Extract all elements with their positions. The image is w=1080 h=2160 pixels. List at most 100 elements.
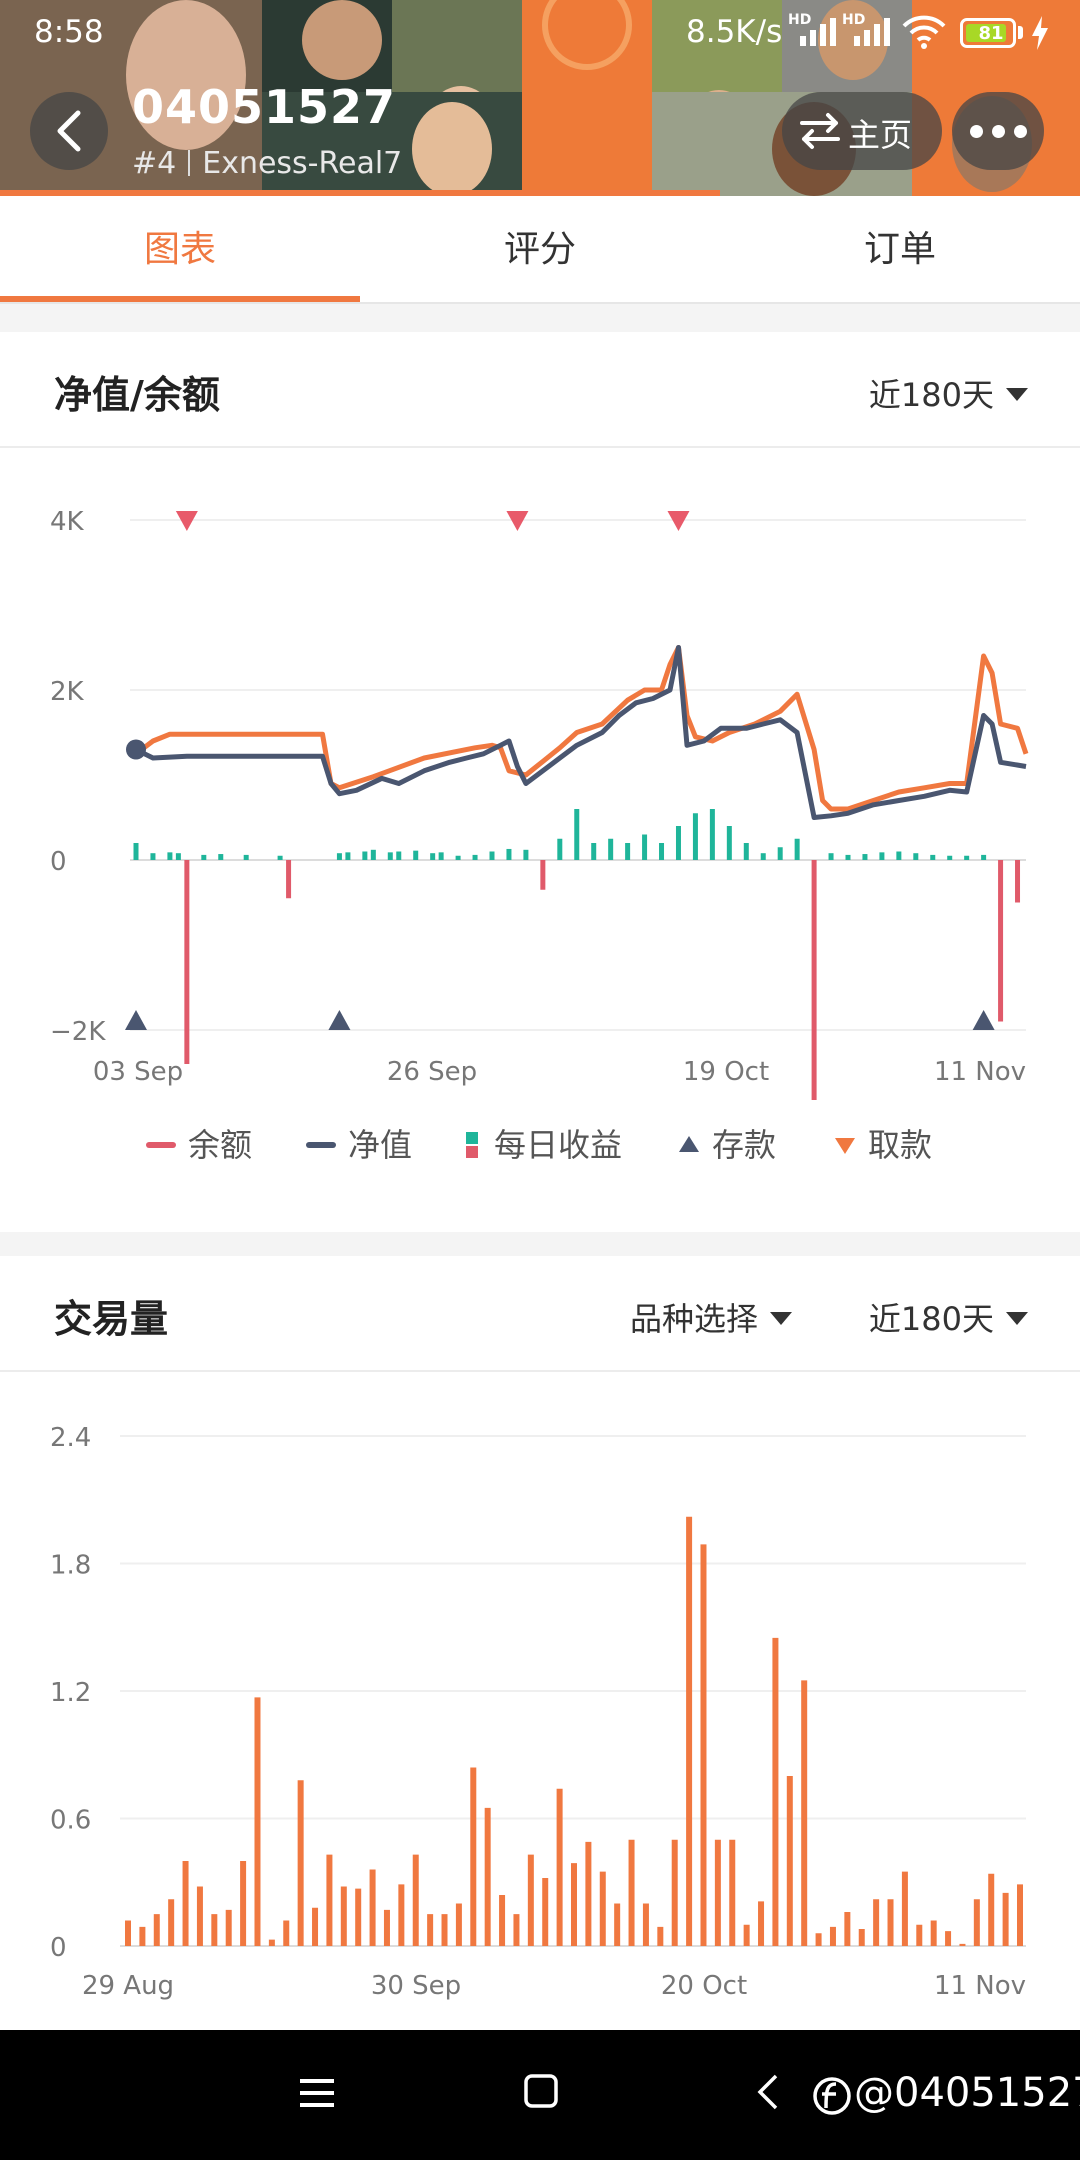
daily-profit-bar <box>998 860 1004 1022</box>
volume-bar <box>312 1907 319 1946</box>
daily-profit-bar <box>489 851 495 860</box>
volume-bar <box>614 1903 621 1946</box>
triangle-down-icon <box>835 1138 855 1154</box>
volume-bar <box>628 1839 635 1946</box>
back-nav-icon[interactable] <box>756 2074 780 2110</box>
account-server: Exness-Real7 <box>202 146 403 181</box>
volume-bar <box>671 1839 678 1946</box>
daily-profit-bar <box>201 854 207 860</box>
volume-card-header: 交易量 品种选择 近180天 <box>0 1256 1080 1372</box>
charging-icon <box>1032 16 1048 50</box>
daily-profit-bar <box>455 855 461 860</box>
swap-icon <box>800 113 840 149</box>
home-nav-icon[interactable] <box>524 2074 558 2108</box>
signal-icon <box>854 14 900 46</box>
daily-profit-bar <box>794 838 800 860</box>
tab-orders[interactable]: 订单 <box>720 196 1080 302</box>
volume-bar <box>945 1931 952 1946</box>
x-tick-label: 19 Oct <box>683 1057 769 1087</box>
line-marker-icon <box>146 1142 176 1148</box>
app-logo-icon <box>813 2077 851 2115</box>
bar-marker-icon <box>466 1132 478 1158</box>
daily-profit-bar <box>218 854 224 860</box>
volume-bar <box>182 1861 189 1946</box>
menu-icon[interactable] <box>300 2078 334 2108</box>
daily-profit-bar <box>777 847 783 860</box>
legend-deposit[interactable]: 存款 <box>678 1120 776 1170</box>
volume-bar <box>326 1854 333 1946</box>
volume-bar <box>700 1544 707 1946</box>
daily-profit-bar <box>659 843 665 860</box>
daily-profit-bar <box>642 834 648 860</box>
home-button[interactable]: 主页 <box>782 92 942 170</box>
daily-profit-bar <box>608 838 614 860</box>
tab-rating[interactable]: 评分 <box>360 196 720 302</box>
daily-profit-bar <box>277 855 283 860</box>
daily-profit-bar <box>930 854 936 860</box>
section-divider <box>0 1232 1080 1256</box>
daily-profit-bar <box>472 854 478 860</box>
volume-bar <box>758 1901 765 1946</box>
volume-bar <box>772 1637 779 1946</box>
daily-profit-bar <box>362 851 368 860</box>
volume-bar <box>240 1861 247 1946</box>
volume-bar <box>168 1899 175 1946</box>
legend-daily-profit[interactable]: 每日收益 <box>466 1120 622 1170</box>
tab-chart[interactable]: 图表 <box>0 196 360 302</box>
volume-bar <box>714 1839 721 1946</box>
y-tick-label: 0 <box>50 1933 67 1963</box>
more-button[interactable] <box>952 92 1044 170</box>
volume-bar <box>743 1924 750 1946</box>
volume-bar <box>369 1869 376 1946</box>
volume-bar <box>930 1920 937 1946</box>
daily-profit-bar <box>243 854 249 860</box>
back-button[interactable] <box>30 92 108 170</box>
equity-chart: 4K 2K 0 −2K 03 Sep 26 Sep 19 Oct 11 Nov <box>50 507 1029 1100</box>
volume-bar <box>125 1920 131 1946</box>
y-tick-label: 0 <box>50 847 67 877</box>
account-subtitle: #4 Exness-Real7 <box>132 146 402 181</box>
volume-period-dropdown[interactable]: 近180天 <box>869 1294 1028 1340</box>
equity-start-dot <box>126 739 146 760</box>
deposit-marker <box>125 1010 147 1030</box>
volume-bar <box>153 1914 160 1946</box>
volume-bar <box>686 1516 693 1946</box>
volume-chart: 2.4 1.8 1.2 0.6 0 29 Aug 30 Sep 20 Oct 11 Nov <box>50 1423 1026 2001</box>
legend-withdrawal[interactable]: 取款 <box>834 1120 932 1170</box>
daily-profit-bar <box>150 853 156 860</box>
volume-bar <box>470 1767 477 1946</box>
daily-profit-bar <box>557 838 563 860</box>
x-tick-label: 30 Sep <box>371 1971 461 2001</box>
legend-balance[interactable]: 余额 <box>146 1120 252 1170</box>
daily-profit-bar <box>675 826 681 860</box>
watermark: @04051527 <box>812 2070 1080 2116</box>
battery-icon: 81 <box>960 18 1016 48</box>
volume-bar <box>225 1909 232 1946</box>
legend-equity[interactable]: 净值 <box>306 1120 412 1170</box>
daily-profit-bar <box>413 850 419 860</box>
volume-bar <box>254 1697 261 1946</box>
volume-bar <box>916 1924 923 1946</box>
equity-period-dropdown[interactable]: 近180天 <box>869 370 1028 416</box>
daily-profit-bar <box>625 843 631 860</box>
y-tick-label: 1.8 <box>50 1551 91 1581</box>
daily-profit-bar <box>981 854 987 860</box>
y-tick-label: −2K <box>50 1017 106 1047</box>
volume-bar <box>499 1895 506 1946</box>
wifi-icon <box>902 15 946 49</box>
y-tick-label: 4K <box>50 507 85 537</box>
section-divider <box>0 304 1080 332</box>
daily-profit-bar <box>370 849 376 860</box>
daily-profit-bar <box>896 851 902 860</box>
daily-profit-bar <box>506 848 512 860</box>
account-number: 04051527 <box>132 80 397 134</box>
status-bar: 8:58 8.5K/s HD HD 81 <box>0 0 1080 64</box>
line-marker-icon <box>306 1142 336 1148</box>
daily-profit-bar <box>879 852 885 860</box>
daily-profit-bar <box>336 853 342 860</box>
daily-profit-bar <box>760 853 766 860</box>
x-tick-label: 11 Nov <box>934 1057 1026 1087</box>
daily-profit-bar <box>438 852 444 860</box>
volume-bar <box>887 1899 894 1946</box>
symbol-select-dropdown[interactable]: 品种选择 <box>630 1294 793 1340</box>
